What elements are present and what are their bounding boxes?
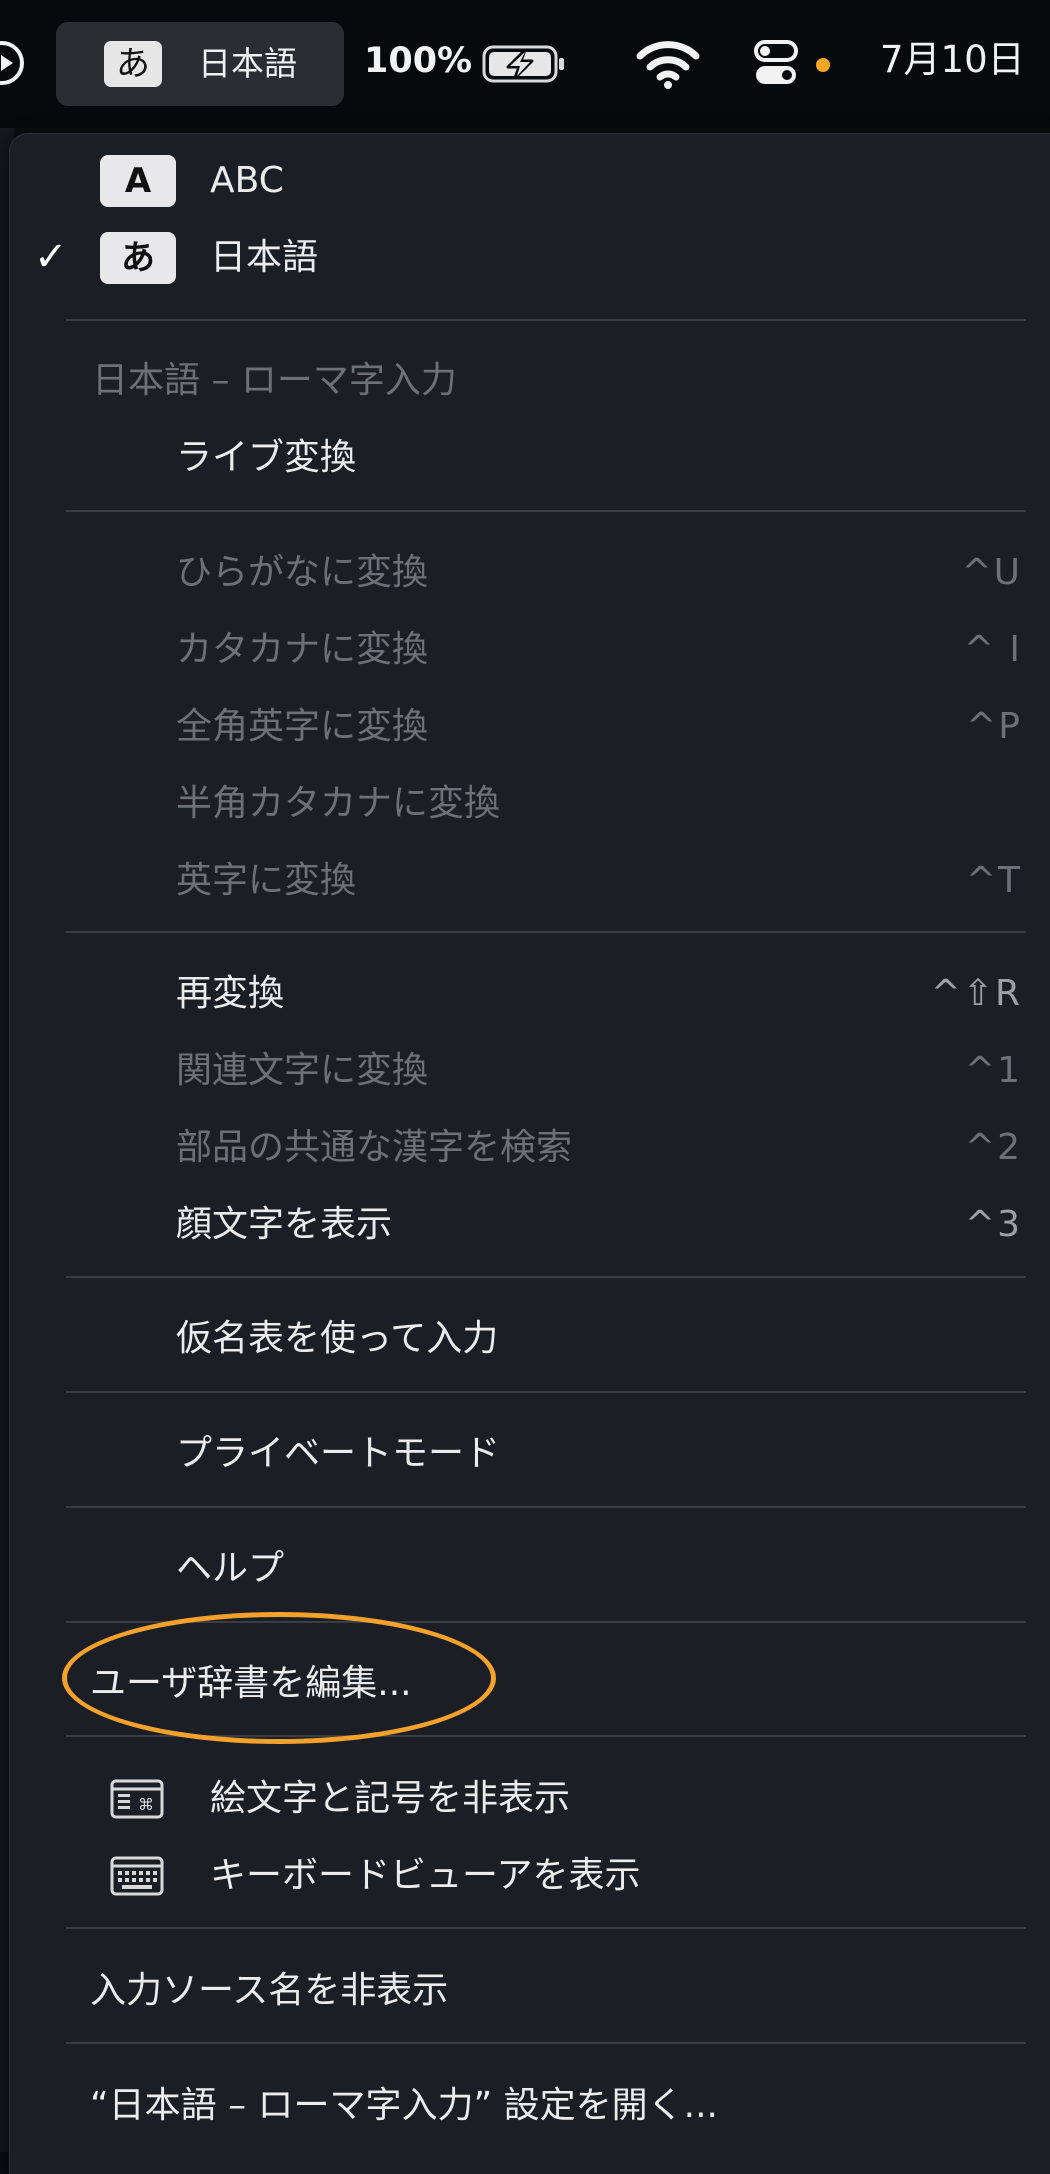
menu-item-label: 顔文字を表示 (176, 1204, 393, 1245)
menu-item-show-keyboard-viewer[interactable]: キーボードビューアを表示 (10, 1848, 1050, 1904)
highlight-ellipse-annotation (62, 1612, 496, 1744)
menu-item-hide-input-source-name[interactable]: 入力ソース名を非表示 (10, 1963, 1050, 2019)
input-source-menu-button[interactable]: あ 日本語 (56, 22, 344, 106)
menu-separator (66, 319, 1026, 321)
menu-item-shortcut: ^T (965, 860, 1022, 901)
menu-separator (66, 2042, 1026, 2044)
menu-item-shortcut: ^1 (964, 1050, 1022, 1091)
svg-text:⌘: ⌘ (138, 1795, 154, 1814)
menu-bar-clock[interactable]: 7月10日 (880, 38, 1025, 82)
emoji-viewer-icon: ⌘ (110, 1779, 164, 1819)
menu-item-label: ひらがなに変換 (176, 552, 429, 593)
play-circle-icon[interactable] (0, 41, 24, 85)
menu-item-help[interactable]: ヘルプ (10, 1541, 1050, 1597)
menu-separator (66, 1391, 1026, 1393)
menu-item-label: 日本語 (210, 237, 319, 278)
menu-item-live-conversion[interactable]: ライブ変換 (10, 430, 1050, 486)
menu-separator (66, 931, 1026, 933)
menu-item-related-characters[interactable]: 関連文字に変換 ^1 (10, 1043, 1050, 1099)
menu-item-search-kanji-parts[interactable]: 部品の共通な漢字を検索 ^2 (10, 1120, 1050, 1176)
menu-separator (66, 1927, 1026, 1929)
menu-item-label: 絵文字と記号を非表示 (210, 1778, 571, 1819)
input-source-dropdown-menu: A ABC ✓ あ 日本語 日本語 – ローマ字入力 ライブ変換 ひらがなに変換… (10, 134, 1050, 2174)
menu-item-label: 半角カタカナに変換 (176, 783, 501, 824)
keyboard-viewer-icon (110, 1856, 164, 1896)
menu-item-shortcut: ^3 (964, 1204, 1022, 1245)
menu-item-label: ABC (210, 160, 284, 201)
menu-item-show-emoticons[interactable]: 顔文字を表示 ^3 (10, 1197, 1050, 1253)
battery-charging-icon[interactable] (482, 44, 566, 84)
menu-item-label: プライベートモード (176, 1433, 501, 1474)
menu-item-source-abc[interactable]: A ABC (10, 153, 1050, 209)
menu-separator (66, 510, 1026, 512)
menu-item-reconvert[interactable]: 再変換 ^⇧R (10, 966, 1050, 1022)
menu-item-label: ヘルプ (176, 1548, 285, 1589)
menu-item-hide-emoji-symbols[interactable]: ⌘ 絵文字と記号を非表示 (10, 1771, 1050, 1827)
input-source-badge: あ (104, 41, 162, 87)
menu-item-private-mode[interactable]: プライベートモード (10, 1426, 1050, 1482)
menu-item-label: カタカナに変換 (176, 629, 429, 670)
menu-item-source-japanese[interactable]: ✓ あ 日本語 (10, 230, 1050, 286)
menu-item-label: キーボードビューアを表示 (210, 1855, 641, 1896)
menu-item-open-settings[interactable]: “日本語 – ローマ字入力” 設定を開く... (10, 2078, 1050, 2134)
menu-item-label: 部品の共通な漢字を検索 (176, 1127, 573, 1168)
japanese-source-icon: あ (100, 232, 176, 284)
abc-source-icon: A (100, 155, 176, 207)
wifi-icon[interactable] (636, 38, 700, 90)
menu-item-kana-table[interactable]: 仮名表を使って入力 (10, 1311, 1050, 1367)
menu-item-label: 入力ソース名を非表示 (90, 1970, 449, 2011)
menu-item-shortcut: ^ I (963, 629, 1022, 670)
input-source-label: 日本語 (198, 44, 297, 83)
menu-item-convert-hiragana[interactable]: ひらがなに変換 ^U (10, 545, 1050, 601)
checkmark-icon: ✓ (34, 234, 68, 280)
menu-item-label: ライブ変換 (176, 437, 357, 478)
menu-item-convert-halfwidth-katakana[interactable]: 半角カタカナに変換 (10, 776, 1050, 832)
mode-section-label: 日本語 – ローマ字入力 (92, 360, 457, 401)
menu-item-shortcut: ^2 (964, 1127, 1022, 1168)
menu-item-convert-roman[interactable]: 英字に変換 ^T (10, 853, 1050, 909)
menu-item-shortcut: ^P (966, 706, 1022, 747)
menu-item-label: 再変換 (176, 973, 285, 1014)
menu-item-convert-fullwidth-roman[interactable]: 全角英字に変換 ^P (10, 699, 1050, 755)
menu-item-label: 関連文字に変換 (176, 1050, 429, 1091)
menu-separator (66, 1276, 1026, 1278)
menu-item-label: “日本語 – ローマ字入力” 設定を開く... (90, 2085, 718, 2126)
menu-item-label: 英字に変換 (176, 860, 357, 901)
privacy-indicator-dot (816, 58, 830, 72)
menu-item-label: 全角英字に変換 (176, 706, 429, 747)
menu-item-convert-katakana[interactable]: カタカナに変換 ^ I (10, 622, 1050, 678)
battery-percentage[interactable]: 100% (364, 40, 472, 82)
menu-item-shortcut: ^U (961, 552, 1022, 593)
menu-item-label: 仮名表を使って入力 (176, 1318, 499, 1359)
menu-item-shortcut: ^⇧R (930, 973, 1022, 1014)
menu-separator (66, 1506, 1026, 1508)
control-center-icon[interactable] (752, 38, 804, 90)
menu-bar: あ 日本語 100% 7月10日 (0, 0, 1050, 128)
